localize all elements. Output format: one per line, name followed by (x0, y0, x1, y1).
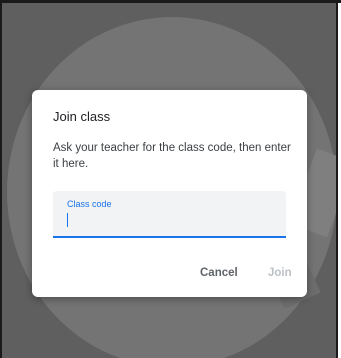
dialog-title: Join class (53, 109, 111, 124)
class-code-field[interactable]: Class code (53, 191, 286, 238)
join-class-dialog: Join class Ask your teacher for the clas… (32, 90, 307, 297)
cancel-button[interactable]: Cancel (200, 267, 238, 279)
text-caret (67, 213, 68, 227)
class-code-input[interactable] (64, 210, 268, 228)
window-frame-right (336, 0, 338, 358)
class-code-label: Class code (67, 199, 112, 209)
dialog-description: Ask your teacher for the class code, the… (53, 142, 291, 170)
join-button[interactable]: Join (268, 267, 292, 279)
